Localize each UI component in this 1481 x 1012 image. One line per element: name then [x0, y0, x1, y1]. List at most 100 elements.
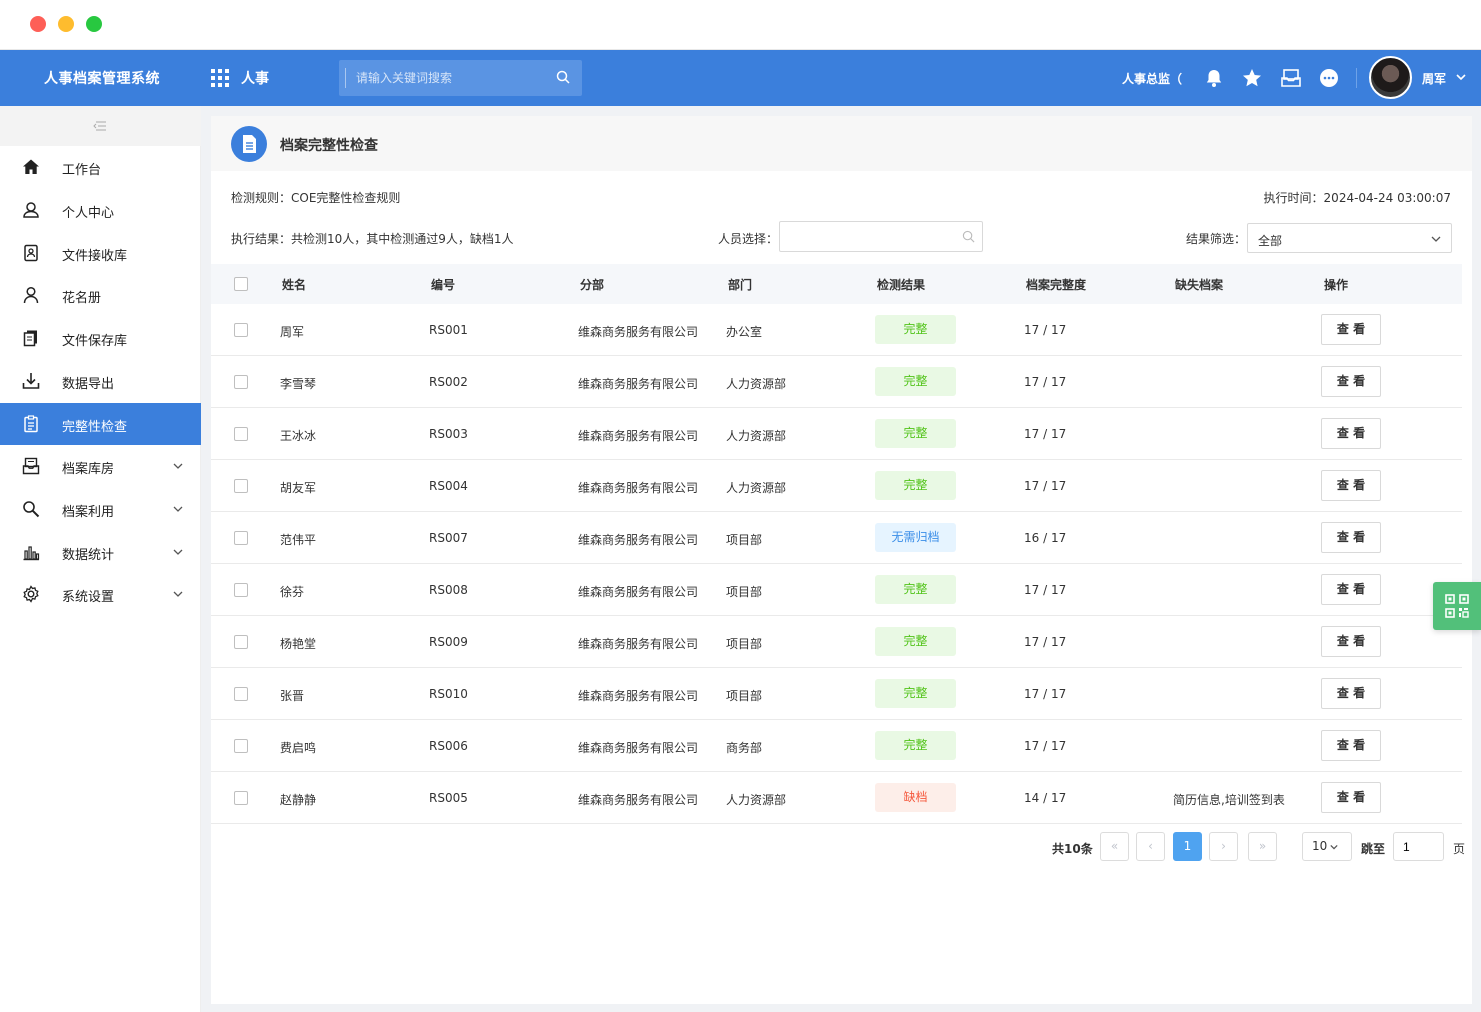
pagination-last-button[interactable]: »: [1248, 832, 1277, 861]
star-icon[interactable]: [1241, 67, 1263, 89]
sidebar-item-label: 文件保存库: [62, 334, 128, 349]
row-checkbox[interactable]: [234, 739, 248, 753]
row-checkbox[interactable]: [234, 531, 248, 545]
column-header-dept[interactable]: 部门: [728, 276, 752, 293]
view-button[interactable]: 查 看: [1321, 522, 1381, 553]
page-title: 档案完整性检查: [280, 138, 378, 154]
cell-completeness: 17 / 17: [1024, 635, 1067, 649]
sidebar-item-archive-use[interactable]: 档案利用: [0, 488, 201, 530]
cell-completeness: 17 / 17: [1024, 583, 1067, 597]
sidebar-item-personal-center[interactable]: 个人中心: [0, 189, 201, 231]
cell-dept: 人力资源部: [726, 429, 787, 443]
view-button[interactable]: 查 看: [1321, 470, 1381, 501]
row-checkbox[interactable]: [234, 791, 248, 805]
maximize-window-button[interactable]: [86, 16, 102, 32]
cell-name: 胡友军: [280, 481, 317, 495]
view-button[interactable]: 查 看: [1321, 626, 1381, 657]
view-button[interactable]: 查 看: [1321, 730, 1381, 761]
cell-completeness: 16 / 17: [1024, 531, 1067, 545]
sidebar-item-label: 数据导出: [62, 377, 115, 392]
close-window-button[interactable]: [30, 16, 46, 32]
pagination-prev-button[interactable]: ‹: [1136, 832, 1165, 861]
cell-name: 徐芬: [280, 585, 305, 599]
column-header-branch[interactable]: 分部: [580, 276, 604, 293]
status-badge: 完整: [875, 575, 956, 604]
floating-qr-button[interactable]: [1433, 582, 1481, 630]
cell-dept: 办公室: [726, 325, 763, 339]
cell-branch: 维森商务服务有限公司: [578, 481, 699, 495]
cell-id: RS010: [429, 687, 468, 701]
person-select-label: 人员选择：: [718, 232, 779, 246]
row-checkbox[interactable]: [234, 323, 248, 337]
bell-icon[interactable]: [1203, 67, 1225, 89]
sidebar-item-roster[interactable]: 花名册: [0, 274, 201, 316]
search-icon: [23, 501, 40, 518]
column-header-missing[interactable]: 缺失档案: [1175, 276, 1223, 293]
column-header-name[interactable]: 姓名: [282, 276, 306, 293]
chevron-down-icon: [173, 506, 183, 512]
cell-branch: 维森商务服务有限公司: [578, 429, 699, 443]
minimize-window-button[interactable]: [58, 16, 74, 32]
inbox-icon[interactable]: [1280, 67, 1302, 89]
row-checkbox[interactable]: [234, 427, 248, 441]
pagination-next-button[interactable]: ›: [1209, 832, 1238, 861]
sidebar-item-archive-room[interactable]: 档案库房: [0, 445, 201, 487]
sidebar-item-label: 档案库房: [62, 462, 115, 477]
select-all-checkbox[interactable]: [234, 277, 248, 291]
collapse-menu-icon[interactable]: [93, 121, 107, 131]
view-button[interactable]: 查 看: [1321, 418, 1381, 449]
table-row: 杨艳堂 RS009 维森商务服务有限公司 项目部 完整 17 / 17 查 看: [211, 616, 1462, 668]
sidebar-item-file-store[interactable]: 文件保存库: [0, 317, 201, 359]
row-checkbox[interactable]: [234, 583, 248, 597]
row-checkbox[interactable]: [234, 687, 248, 701]
sidebar-item-workbench[interactable]: 工作台: [0, 146, 201, 188]
sidebar-collapse-toggle[interactable]: [0, 106, 201, 146]
search-icon[interactable]: [962, 230, 975, 243]
column-header-result[interactable]: 检测结果: [877, 276, 925, 293]
person-select[interactable]: [779, 221, 983, 252]
column-header-completeness[interactable]: 档案完整度: [1026, 276, 1086, 293]
row-checkbox[interactable]: [234, 375, 248, 389]
cell-dept: 商务部: [726, 741, 763, 755]
cell-dept: 项目部: [726, 689, 763, 703]
view-button[interactable]: 查 看: [1321, 366, 1381, 397]
sidebar-item-label: 文件接收库: [62, 249, 128, 264]
status-badge: 完整: [875, 731, 956, 760]
apps-grid-icon[interactable]: [211, 69, 229, 87]
column-header-action: 操作: [1324, 278, 1349, 292]
pagination-page-1[interactable]: 1: [1173, 832, 1202, 861]
pagination-first-button[interactable]: «: [1100, 832, 1129, 861]
sidebar-item-statistics[interactable]: 数据统计: [0, 531, 201, 573]
view-button[interactable]: 查 看: [1321, 678, 1381, 709]
search-input[interactable]: [345, 68, 545, 88]
cell-id: RS004: [429, 479, 468, 493]
sidebar-item-settings[interactable]: 系统设置: [0, 573, 201, 615]
view-button[interactable]: 查 看: [1321, 782, 1381, 813]
cell-id: RS009: [429, 635, 468, 649]
jump-page-input[interactable]: [1393, 832, 1444, 861]
cell-dept: 人力资源部: [726, 481, 787, 495]
row-checkbox[interactable]: [234, 479, 248, 493]
cell-id: RS001: [429, 323, 468, 337]
chevron-down-icon[interactable]: [1456, 72, 1466, 82]
person-select-input[interactable]: [780, 222, 950, 251]
column-header-id[interactable]: 编号: [431, 276, 455, 293]
sidebar-item-label: 系统设置: [62, 590, 115, 605]
avatar[interactable]: [1369, 56, 1412, 99]
search-icon[interactable]: [556, 70, 570, 84]
status-badge: 完整: [875, 315, 956, 344]
cell-branch: 维森商务服务有限公司: [578, 793, 699, 807]
jump-label: 跳至: [1361, 842, 1386, 856]
sidebar-item-file-inbox[interactable]: 文件接收库: [0, 232, 201, 274]
row-checkbox[interactable]: [234, 635, 248, 649]
result-filter-select[interactable]: 全部: [1247, 223, 1452, 253]
sidebar-item-data-export[interactable]: 数据导出: [0, 360, 201, 402]
sidebar-item-label: 个人中心: [62, 206, 115, 221]
user-name[interactable]: 周军: [1422, 70, 1446, 87]
page-size-select[interactable]: 10: [1302, 832, 1352, 861]
sidebar-item-integrity-check[interactable]: 完整性检查: [0, 403, 201, 445]
chat-more-icon[interactable]: [1318, 67, 1340, 89]
view-button[interactable]: 查 看: [1321, 314, 1381, 345]
module-label[interactable]: 人事: [241, 68, 269, 88]
view-button[interactable]: 查 看: [1321, 574, 1381, 605]
